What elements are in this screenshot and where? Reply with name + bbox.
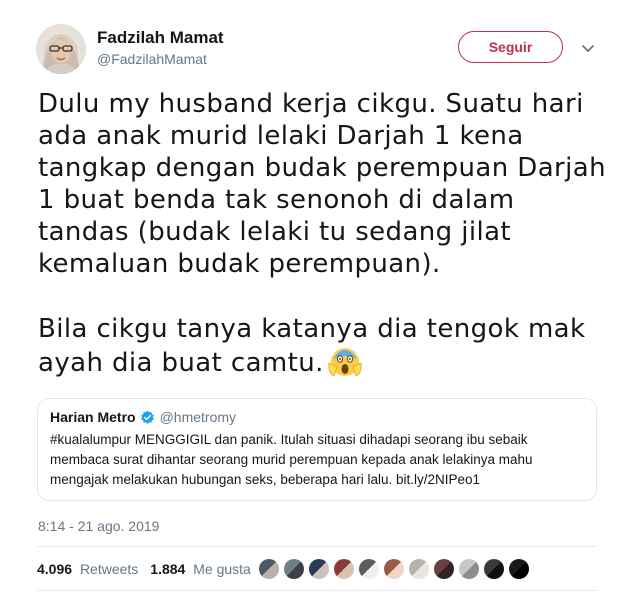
liker-avatar[interactable]: [484, 559, 504, 579]
quoted-tweet-text: #kualalumpur MENGGIGIL dan panik. Itulah…: [50, 432, 533, 487]
quoted-tweet-card[interactable]: Harian Metro @hmetromy #kualalumpur MENG…: [37, 398, 597, 501]
tweet-paragraph-2: Bila cikgu tanya katanya dia tengok mak …: [38, 313, 608, 379]
retweets-stat[interactable]: 4.096 Retweets: [37, 561, 138, 577]
liker-avatar[interactable]: [359, 559, 379, 579]
retweets-count: 4.096: [37, 561, 73, 577]
quoted-author-name: Harian Metro: [50, 409, 136, 425]
follow-button[interactable]: Seguir: [458, 31, 563, 63]
liker-avatar[interactable]: [284, 559, 304, 579]
divider-bottom: [37, 590, 597, 591]
tweet-paragraph-1: Dulu my husband kerja cikgu. Suatu hari …: [38, 89, 606, 279]
verified-badge-icon: [140, 410, 154, 424]
divider-top: [37, 546, 597, 547]
author-name[interactable]: Fadzilah Mamat: [97, 28, 224, 48]
author-avatar[interactable]: [36, 24, 86, 74]
liker-avatar[interactable]: [334, 559, 354, 579]
quoted-author-handle: @hmetromy: [159, 409, 237, 425]
tweet-paragraph-2-text: Bila cikgu tanya katanya dia tengok mak …: [38, 314, 586, 378]
liker-avatar[interactable]: [434, 559, 454, 579]
liker-avatar[interactable]: [409, 559, 429, 579]
liker-avatar[interactable]: [259, 559, 279, 579]
liker-avatar[interactable]: [384, 559, 404, 579]
tweet-stats: 4.096 Retweets 1.884 Me gusta: [37, 561, 251, 577]
likes-stat[interactable]: 1.884 Me gusta: [150, 561, 251, 577]
tweet-text: Dulu my husband kerja cikgu. Suatu hari …: [38, 88, 608, 379]
retweets-label: Retweets: [79, 561, 139, 577]
author-handle[interactable]: @FadzilahMamat: [97, 51, 207, 67]
likes-label: Me gusta: [193, 561, 251, 577]
tweet-timestamp[interactable]: 8:14 - 21 ago. 2019: [38, 518, 159, 534]
liker-avatar[interactable]: [459, 559, 479, 579]
liker-avatar[interactable]: [309, 559, 329, 579]
likers-avatar-row: [259, 559, 534, 579]
liker-avatar[interactable]: [509, 559, 529, 579]
user-avatar-photo-icon: [36, 24, 86, 74]
likes-count: 1.884: [150, 561, 186, 577]
screaming-face-emoji-icon: [328, 348, 362, 377]
chevron-down-icon[interactable]: [580, 40, 596, 56]
